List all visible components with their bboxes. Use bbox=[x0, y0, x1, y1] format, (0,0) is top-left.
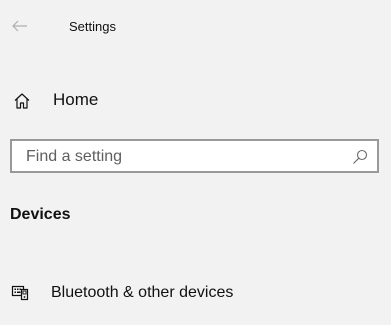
back-button[interactable] bbox=[8, 14, 32, 38]
window-title: Settings bbox=[69, 19, 116, 34]
search-icon[interactable] bbox=[352, 149, 368, 165]
sidebar-item-home[interactable]: Home bbox=[0, 82, 391, 118]
title-bar: Settings bbox=[0, 0, 391, 52]
devices-keyboard-icon bbox=[11, 285, 29, 301]
arrow-left-icon bbox=[12, 20, 27, 32]
settings-window: Settings Home Find a setting Devices Blu… bbox=[0, 0, 391, 325]
sidebar-item-bluetooth[interactable]: Bluetooth & other devices bbox=[0, 274, 391, 310]
sidebar-item-bluetooth-label: Bluetooth & other devices bbox=[51, 284, 234, 301]
sidebar-item-home-label: Home bbox=[53, 90, 99, 109]
search-input[interactable]: Find a setting bbox=[10, 139, 379, 173]
section-heading-devices: Devices bbox=[10, 206, 71, 223]
home-icon bbox=[14, 93, 30, 109]
search-placeholder: Find a setting bbox=[26, 148, 123, 165]
